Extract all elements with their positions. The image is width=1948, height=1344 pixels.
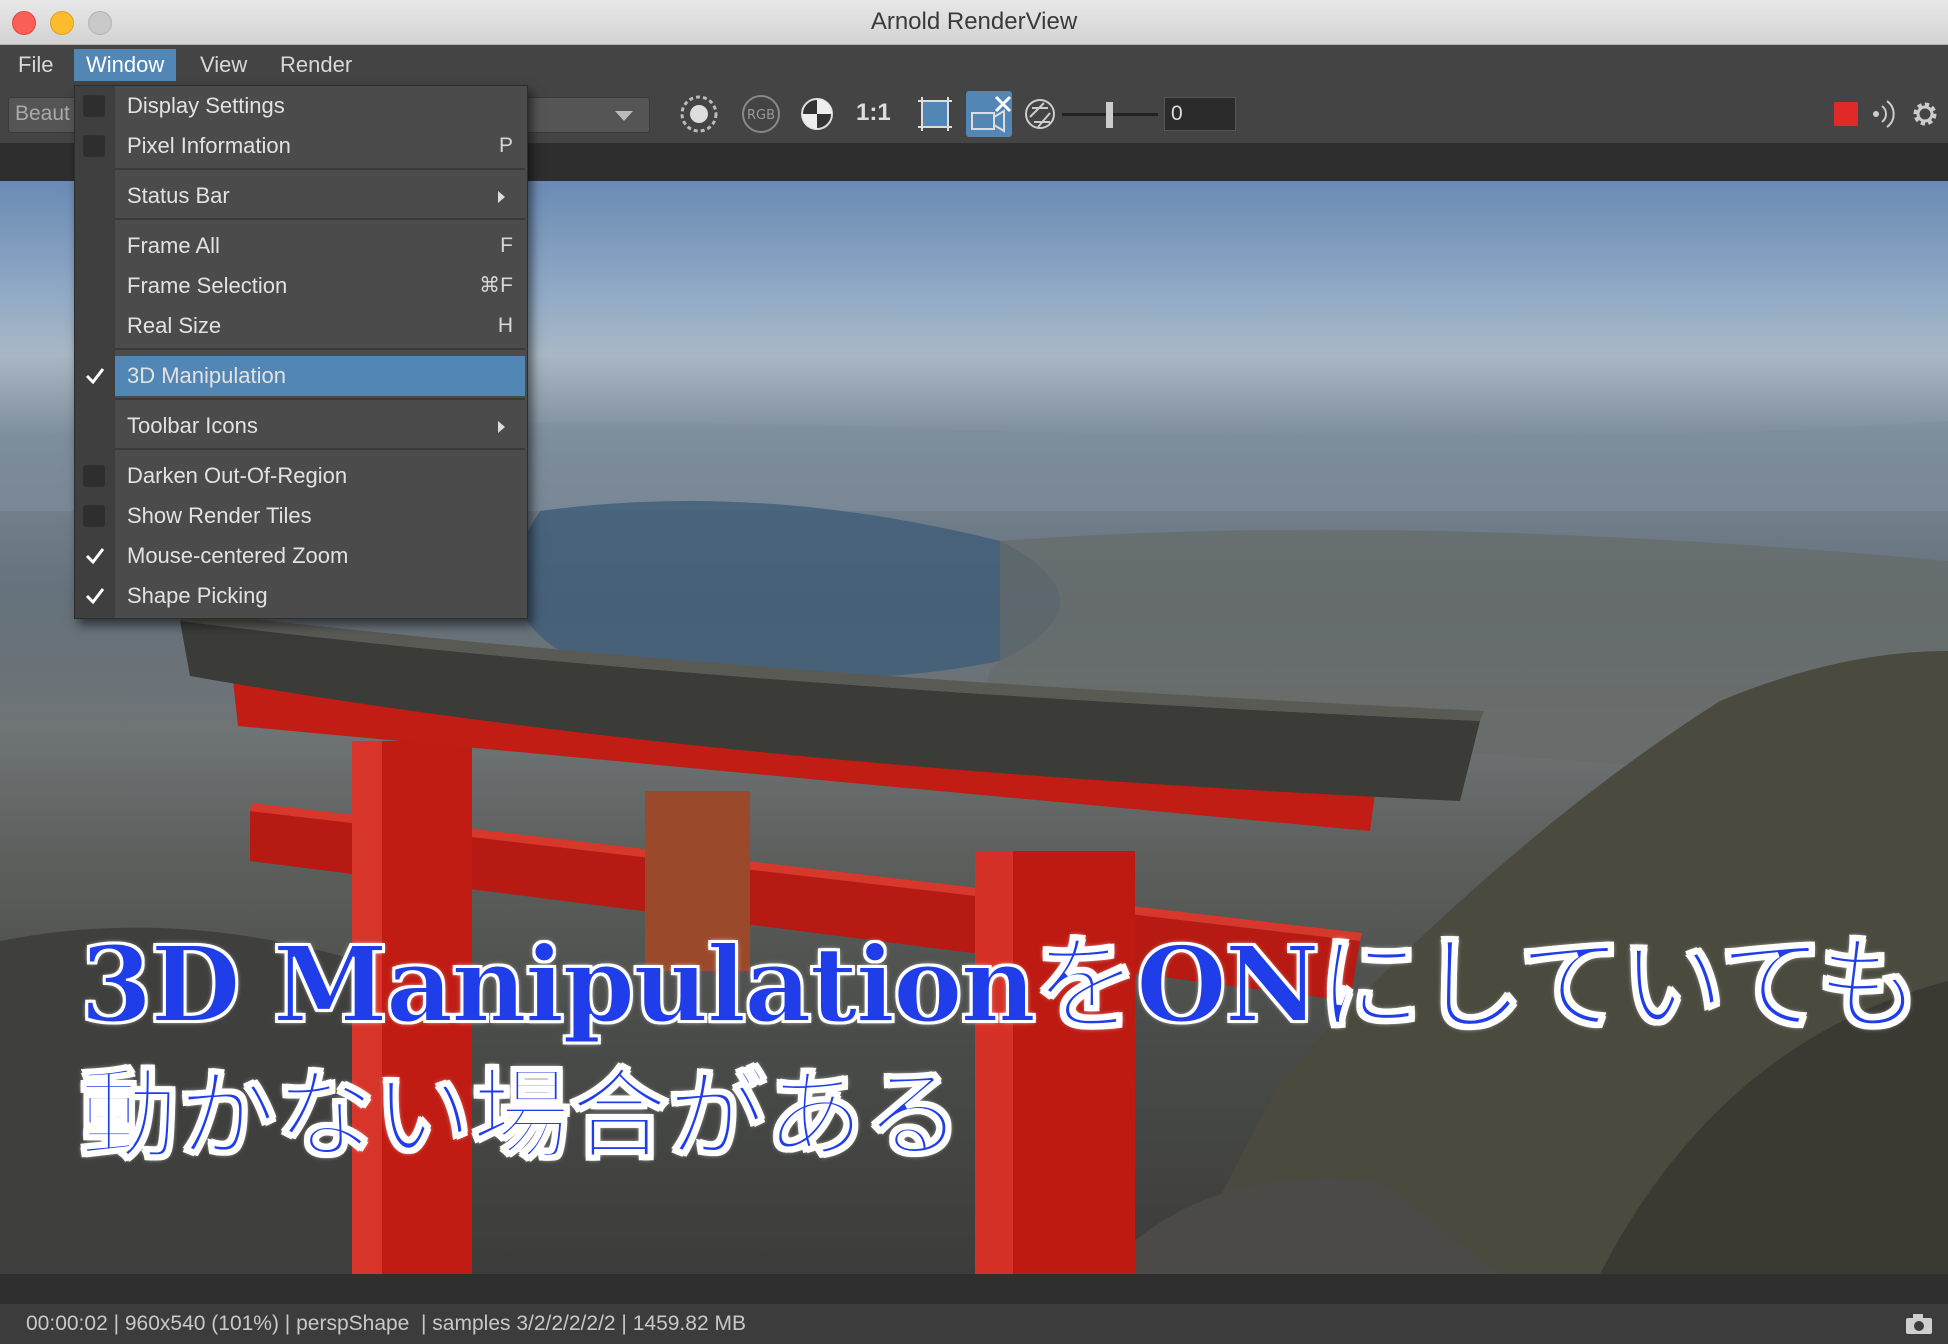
menu-item-label: Frame All	[127, 233, 220, 258]
camera-manipulation-icon	[971, 95, 1012, 133]
exposure-slider-handle[interactable]	[1106, 102, 1113, 128]
menu-separator	[115, 448, 525, 450]
stop-render-button[interactable]	[1834, 102, 1858, 126]
3d-manipulation-button[interactable]	[966, 91, 1012, 137]
menu-file[interactable]: File	[6, 49, 65, 81]
menu-item-shape-picking[interactable]: Shape Picking	[115, 576, 525, 616]
menu-item-toolbar-icons[interactable]: Toolbar Icons	[115, 406, 525, 446]
aperture-button[interactable]	[1020, 91, 1066, 137]
menu-item-shortcut: P	[498, 134, 513, 157]
menu-window[interactable]: Window	[74, 49, 177, 81]
menu-item-real-size[interactable]: Real Size H	[115, 306, 525, 346]
real-size-button[interactable]: 1:1	[856, 99, 891, 127]
gear-icon	[1913, 102, 1937, 126]
menu-item-frame-all[interactable]: Frame All F	[115, 226, 525, 266]
menu-item-mouse-centered-zoom[interactable]: Mouse-centered Zoom	[115, 536, 525, 576]
menu-item-darken-out-of-region[interactable]: Darken Out-Of-Region	[115, 456, 525, 496]
menu-item-shortcut: H	[497, 314, 513, 337]
menu-item-label: Pixel Information	[127, 133, 291, 158]
checkmark-icon[interactable]	[83, 364, 107, 388]
menu-item-3d-manipulation[interactable]: 3D Manipulation	[115, 356, 525, 396]
menu-separator	[115, 398, 525, 400]
menu-item-label: Shape Picking	[127, 583, 268, 608]
menu-separator	[115, 348, 525, 350]
half-circle-icon	[801, 98, 833, 130]
menu-item-frame-selection[interactable]: Frame Selection ⌘F	[115, 266, 525, 306]
title-bar: Arnold RenderView	[0, 0, 1948, 45]
overlay-caption-line2: 動かない場合がある	[79, 1057, 963, 1174]
rgb-channel-button[interactable]: RGB	[738, 91, 784, 137]
frame-all-button[interactable]	[912, 91, 958, 137]
menu-bar: File Window View Render	[0, 45, 1948, 85]
chevron-down-icon	[615, 111, 633, 121]
show-render-tiles-checkbox[interactable]	[83, 505, 105, 527]
aov-select-value: Beaut	[15, 102, 70, 125]
compare-button[interactable]	[794, 91, 840, 137]
overlay-caption-line1: 3D ManipulationをONにしていても	[79, 922, 1921, 1047]
menu-item-label: Darken Out-Of-Region	[127, 463, 348, 488]
chevron-right-icon	[498, 421, 505, 433]
snapshot-camera-icon[interactable]	[1904, 1312, 1934, 1336]
rgb-icon-label: RGB	[747, 108, 775, 123]
checkmark-icon[interactable]	[83, 544, 107, 568]
menu-item-label: Mouse-centered Zoom	[127, 543, 349, 568]
frame-icon	[918, 97, 952, 131]
menu-item-label: Frame Selection	[127, 273, 288, 298]
menu-item-label: Real Size	[127, 313, 222, 338]
region-button[interactable]	[676, 91, 722, 137]
menu-separator	[115, 168, 525, 170]
menu-item-label: 3D Manipulation	[127, 363, 286, 388]
status-bar: 00:00:02 | 960x540 (101%) | perspShape |…	[0, 1274, 1948, 1344]
dotted-circle-icon	[680, 95, 718, 133]
aperture-icon	[1025, 99, 1055, 129]
darken-out-of-region-checkbox[interactable]	[83, 465, 105, 487]
window-title: Arnold RenderView	[870, 8, 1078, 35]
checkmark-icon[interactable]	[83, 584, 107, 608]
menu-separator	[115, 218, 525, 220]
window-menu-dropdown: Display Settings Pixel Information P Sta…	[74, 85, 528, 619]
exposure-value-field[interactable]: 0	[1164, 97, 1236, 131]
status-text: 00:00:02 | 960x540 (101%) | perspShape |…	[26, 1312, 746, 1335]
menu-item-label: Show Render Tiles	[127, 503, 312, 528]
menu-render[interactable]: Render	[268, 49, 364, 81]
status-bar-divider	[0, 1274, 1948, 1304]
menu-item-pixel-information[interactable]: Pixel Information P	[115, 126, 525, 166]
menu-item-status-bar[interactable]: Status Bar	[115, 176, 525, 216]
settings-button[interactable]	[1902, 91, 1948, 137]
chevron-right-icon	[498, 191, 505, 203]
rgb-icon: RGB	[742, 95, 780, 133]
menu-item-label: Status Bar	[127, 183, 230, 208]
menu-item-shortcut: F	[500, 234, 513, 257]
display-settings-checkbox[interactable]	[83, 95, 105, 117]
dropdown-check-gutter	[75, 86, 115, 618]
menu-item-show-render-tiles[interactable]: Show Render Tiles	[115, 496, 525, 536]
menu-item-label: Toolbar Icons	[127, 413, 258, 438]
menu-item-shortcut: ⌘F	[479, 274, 513, 297]
menu-item-label: Display Settings	[127, 93, 285, 118]
pixel-information-checkbox[interactable]	[83, 135, 105, 157]
menu-item-display-settings[interactable]: Display Settings	[115, 86, 525, 126]
menu-view[interactable]: View	[188, 49, 259, 81]
